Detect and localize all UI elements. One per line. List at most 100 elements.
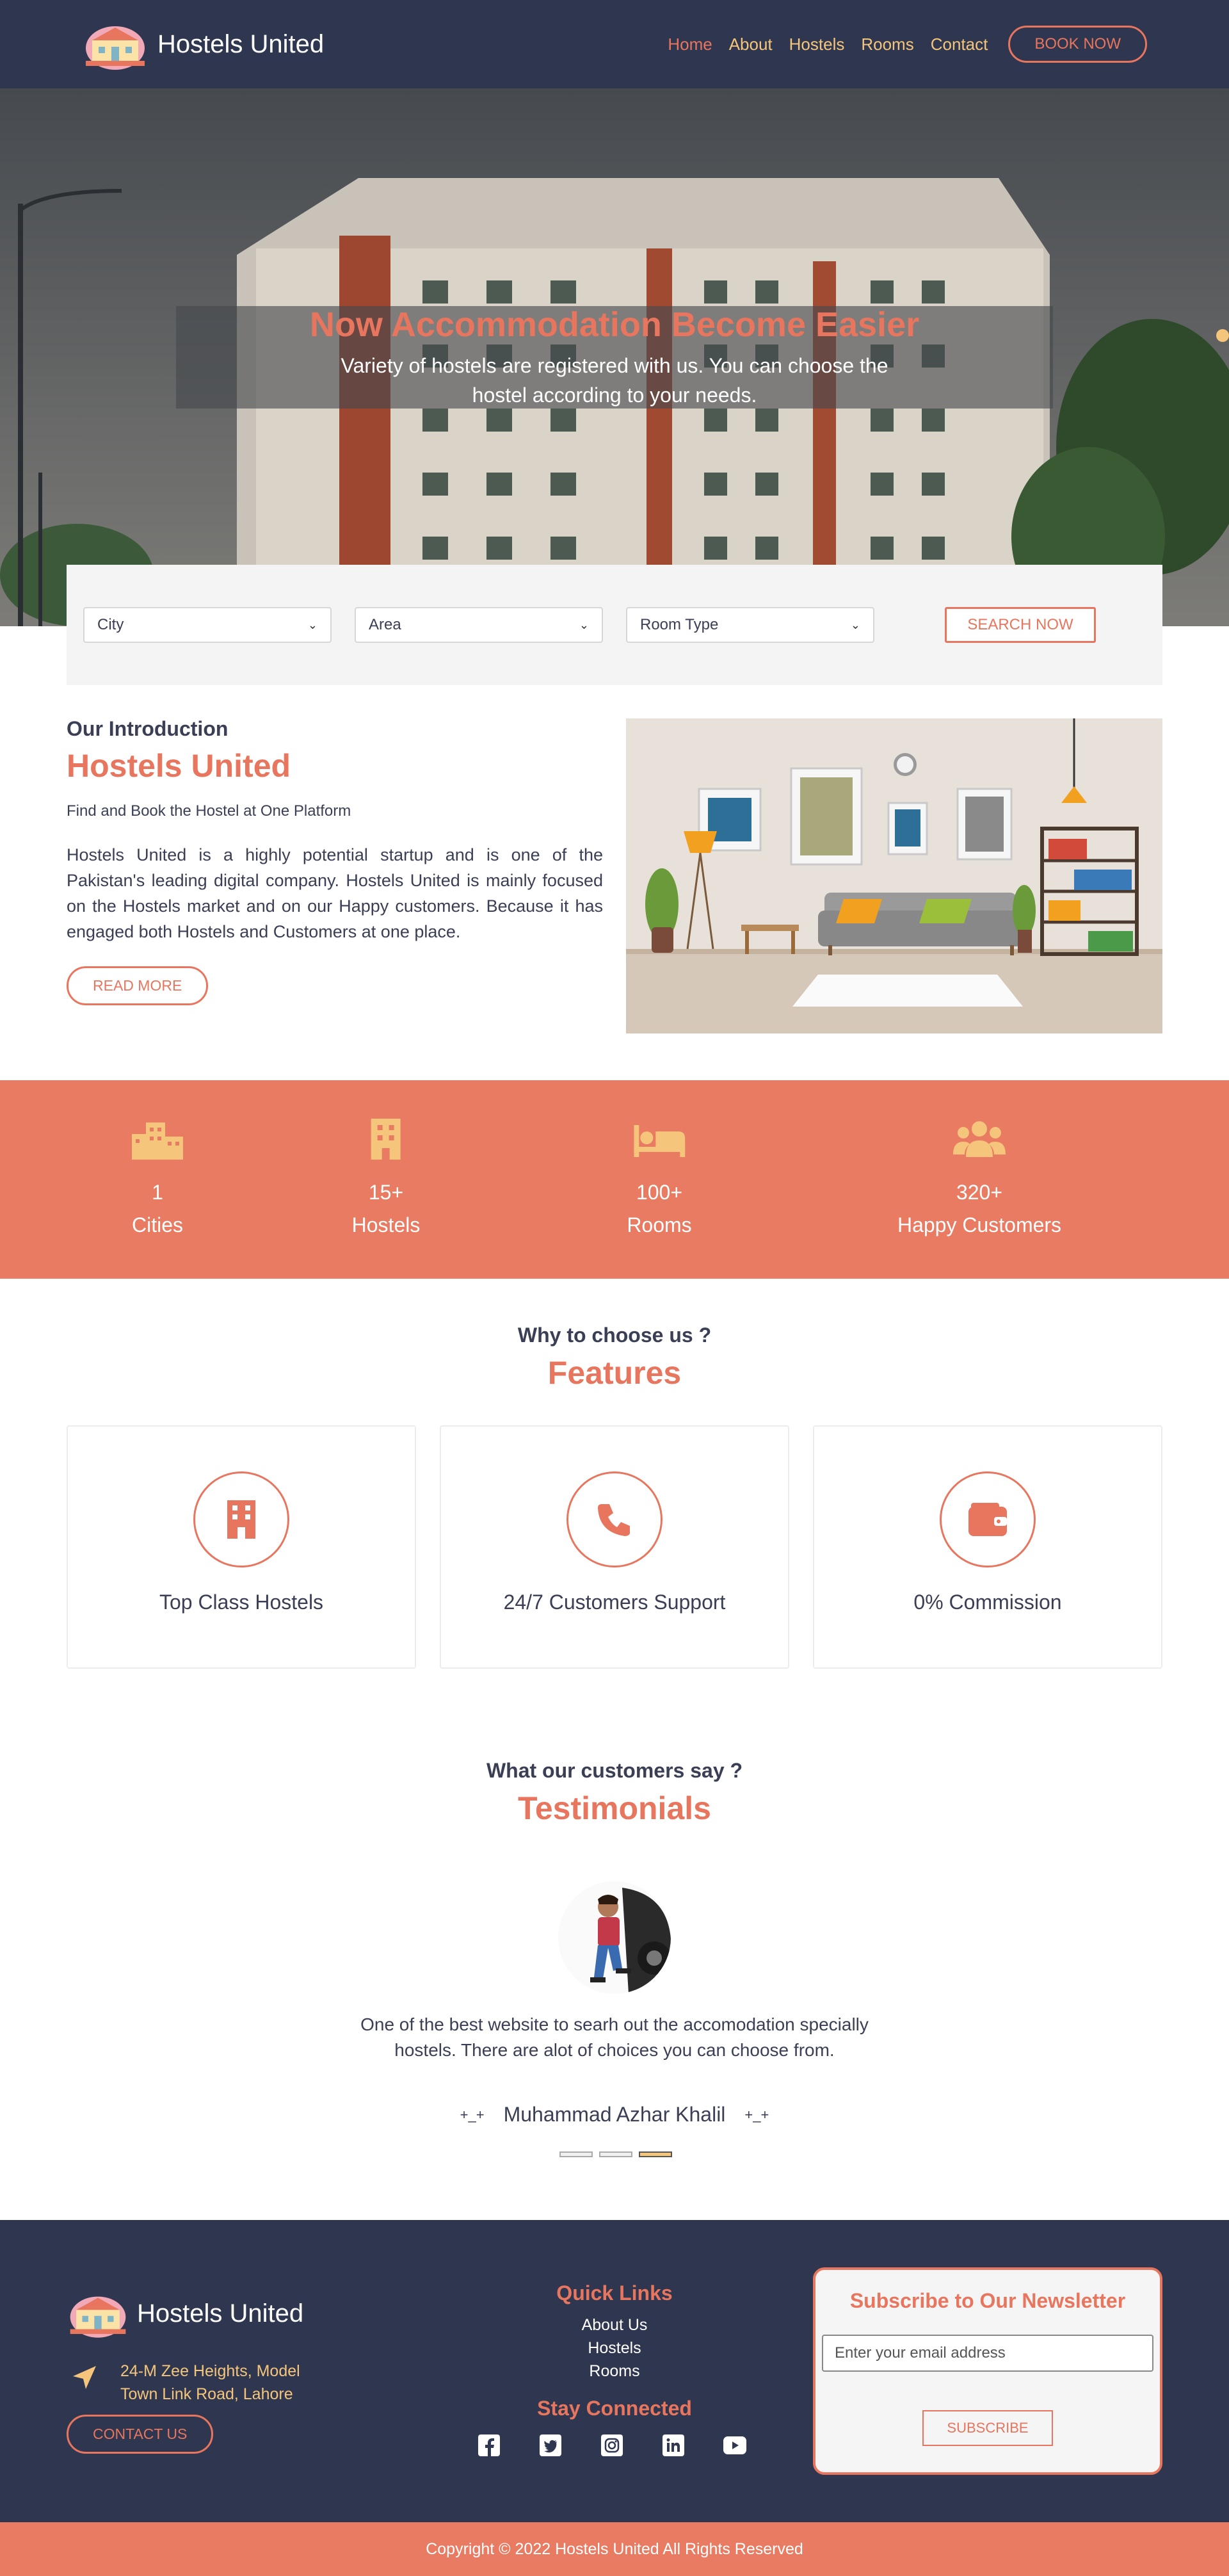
testimonials-title: Testimonials — [518, 1790, 711, 1826]
stat-value: 15+ — [368, 1181, 404, 1204]
stat-label: Happy Customers — [897, 1213, 1062, 1236]
stat-cities: 1 Cities — [131, 1119, 184, 1237]
feature-icon-ring — [940, 1471, 1036, 1567]
newsletter-email-input[interactable] — [822, 2335, 1153, 2372]
stat-happy-customers: 320+ Happy Customers — [897, 1119, 1061, 1237]
newsletter-title: Subscribe to Our Newsletter — [849, 2289, 1126, 2312]
stay-connected-title: Stay Connected — [537, 2397, 692, 2420]
twitter-icon[interactable] — [539, 2434, 562, 2457]
testimonials-kicker: What our customers say ? — [486, 1759, 743, 1782]
feature-label: Top Class Hostels — [159, 1591, 324, 1614]
features-kicker: Why to choose us ? — [517, 1324, 712, 1347]
chevron-down-icon: ⌄ — [579, 618, 589, 631]
search-panel: City ⌄ Area ⌄ Room Type ⌄ SEARCH NOW — [67, 565, 1162, 685]
nav-link-rooms[interactable]: Rooms — [861, 35, 913, 54]
chevron-down-icon: ⌄ — [307, 618, 317, 631]
subscribe-button[interactable]: SUBSCRIBE — [922, 2410, 1053, 2446]
navbar: Hostels United Home About Hostels Rooms … — [0, 0, 1229, 88]
living-room-illustration — [626, 718, 1162, 1033]
intro-title: Hostels United — [67, 748, 291, 784]
instagram-icon[interactable] — [600, 2434, 623, 2457]
youtube-icon[interactable] — [723, 2434, 746, 2457]
testimonial-quote: One of the best website to searh out the… — [360, 2014, 869, 2060]
nav-links: Home About Hostels Rooms Contact BOOK NO… — [668, 26, 1147, 63]
city-icon — [131, 1122, 183, 1160]
room-type-select-label: Room Type — [640, 616, 719, 633]
feature-card-top-class-hostels: Top Class Hostels — [67, 1425, 416, 1669]
room-type-select[interactable]: Room Type ⌄ — [626, 607, 874, 643]
features-title: Features — [547, 1355, 682, 1391]
location-arrow-icon — [73, 2366, 96, 2389]
intro-kicker: Our Introduction — [67, 717, 229, 740]
footer-address-block: 24-M Zee Heights, Model Town Link Road, … — [72, 2360, 325, 2406]
city-select[interactable]: City ⌄ — [83, 607, 332, 643]
stats-band: 1 Cities 15+ Hostels 100+ Rooms 320+ Hap… — [0, 1080, 1229, 1279]
testimonial-author: Muhammad Azhar Khalil — [503, 2103, 726, 2126]
copyright-bar: Copyright © 2022 Hostels United All Righ… — [0, 2522, 1229, 2576]
carousel-indicators — [559, 2151, 672, 2157]
quick-link-hostels[interactable]: Hostels — [486, 2337, 743, 2360]
read-more-button[interactable]: READ MORE — [67, 966, 209, 1005]
stat-label: Hostels — [351, 1213, 421, 1236]
quick-links-title: Quick Links — [556, 2281, 673, 2305]
city-select-label: City — [97, 616, 124, 633]
facebook-icon[interactable] — [478, 2434, 501, 2457]
stat-value: 1 — [152, 1181, 163, 1204]
nav-link-contact[interactable]: Contact — [931, 35, 988, 54]
quick-link-rooms[interactable]: Rooms — [486, 2360, 743, 2383]
feature-label: 0% Commission — [913, 1591, 1062, 1614]
feature-label: 24/7 Customers Support — [503, 1591, 726, 1614]
feature-icon-ring — [193, 1471, 289, 1567]
newsletter-box: Subscribe to Our Newsletter SUBSCRIBE — [813, 2267, 1162, 2475]
quick-links: About Us Hostels Rooms — [486, 2313, 743, 2383]
feature-card-customer-support: 24/7 Customers Support — [440, 1425, 789, 1669]
hero-title: Now Accommodation Become Easier — [309, 305, 920, 344]
decor-left: +_+ — [460, 2106, 485, 2123]
book-now-button[interactable]: BOOK NOW — [1008, 26, 1147, 63]
customer-avatar — [558, 1881, 671, 1994]
stat-rooms: 100+ Rooms — [627, 1119, 692, 1237]
scroll-indicator-dot[interactable] — [1216, 329, 1229, 342]
feature-card-zero-commission: 0% Commission — [813, 1425, 1162, 1669]
search-now-button[interactable]: SEARCH NOW — [945, 607, 1096, 643]
carousel-dot-3[interactable] — [639, 2151, 672, 2157]
carousel-dot-2[interactable] — [599, 2151, 632, 2157]
intro-tagline: Find and Book the Hostel at One Platform — [67, 802, 351, 820]
hostel-logo-icon — [70, 2296, 126, 2338]
copyright-text: Copyright © 2022 Hostels United All Righ… — [426, 2540, 803, 2558]
feature-icon-ring — [566, 1471, 663, 1567]
footer-brand[interactable]: Hostels United — [67, 2289, 303, 2338]
stat-label: Cities — [131, 1213, 184, 1236]
intro-section: Our Introduction Hostels United Find and… — [67, 717, 603, 1005]
area-select[interactable]: Area ⌄ — [355, 607, 603, 643]
intro-body: Hostels United is a highly potential sta… — [67, 845, 603, 941]
building-icon — [227, 1500, 255, 1539]
users-icon — [953, 1121, 1006, 1157]
chevron-down-icon: ⌄ — [850, 618, 860, 631]
carousel-dot-1[interactable] — [559, 2151, 593, 2157]
social-links — [478, 2434, 746, 2457]
quick-link-about-us[interactable]: About Us — [486, 2313, 743, 2337]
testimonial-author-row: +_+ Muhammad Azhar Khalil +_+ — [0, 2103, 1229, 2126]
hero-banner: Now Accommodation Become Easier Variety … — [0, 88, 1229, 626]
stat-label: Rooms — [627, 1213, 692, 1236]
brand-name: Hostels United — [157, 29, 325, 58]
nav-link-about[interactable]: About — [729, 35, 773, 54]
footer: Hostels United 24-M Zee Heights, Model T… — [0, 2220, 1229, 2522]
hostel-logo-icon — [86, 26, 145, 70]
wallet-icon — [968, 1503, 1007, 1536]
stat-value: 320+ — [956, 1181, 1003, 1204]
linkedin-icon[interactable] — [662, 2434, 685, 2457]
contact-us-button[interactable]: CONTACT US — [67, 2415, 214, 2454]
nav-link-home[interactable]: Home — [668, 35, 712, 54]
phone-icon — [598, 1504, 630, 1536]
area-select-label: Area — [369, 616, 401, 633]
brand[interactable]: Hostels United — [82, 19, 324, 70]
stat-value: 100+ — [636, 1181, 683, 1204]
bed-icon — [633, 1125, 685, 1157]
footer-address: 24-M Zee Heights, Model Town Link Road, … — [120, 2362, 300, 2403]
building-icon — [371, 1119, 401, 1160]
decor-right: +_+ — [744, 2106, 769, 2123]
nav-link-hostels[interactable]: Hostels — [789, 35, 845, 54]
stat-hostels: 15+ Hostels — [351, 1119, 421, 1237]
